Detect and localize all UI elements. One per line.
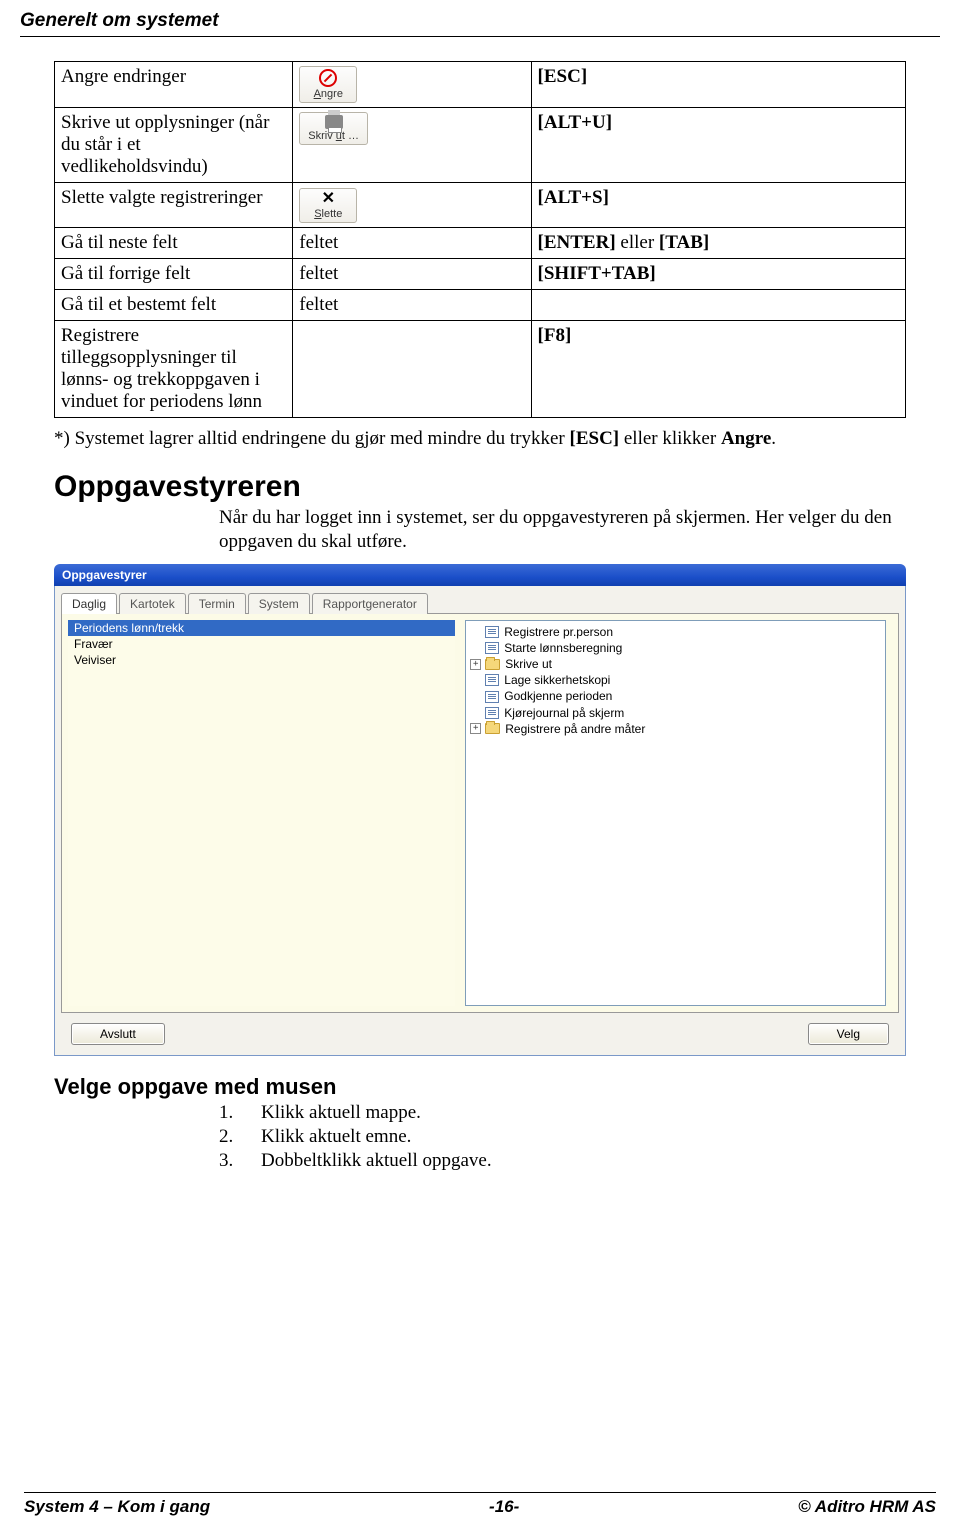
list-item[interactable]: Veiviser bbox=[68, 652, 455, 668]
folder-icon bbox=[485, 723, 500, 734]
document-icon bbox=[485, 691, 499, 703]
toolbar-button-label: Angre bbox=[314, 88, 343, 100]
step-text: Klikk aktuelt emne. bbox=[261, 1126, 411, 1148]
table-row: Angre endringer Angre [ESC] bbox=[55, 62, 906, 108]
action-description: Slette valgte registreringer bbox=[55, 183, 293, 228]
table-row: Skrive ut opplysninger (når du står i et… bbox=[55, 108, 906, 183]
keyboard-shortcut: [ALT+S] bbox=[531, 183, 905, 228]
tree-item[interactable]: + Registrere på andre måter bbox=[470, 721, 880, 737]
expand-icon[interactable]: + bbox=[470, 659, 481, 670]
folder-icon bbox=[485, 659, 500, 670]
table-row: Registrere tilleggsopplysninger til lønn… bbox=[55, 321, 906, 418]
keyboard-shortcut bbox=[531, 290, 905, 321]
tree-item[interactable]: Kjørejournal på skjerm bbox=[470, 705, 880, 721]
action-ui bbox=[293, 321, 531, 418]
keyboard-shortcut: [SHIFT+TAB] bbox=[531, 259, 905, 290]
tree-item-label: Skrive ut bbox=[505, 656, 552, 672]
keyboard-shortcut: [ESC] bbox=[531, 62, 905, 108]
step-item: 2.Klikk aktuelt emne. bbox=[219, 1126, 906, 1148]
action-description: Angre endringer bbox=[55, 62, 293, 108]
right-tree: Registrere pr.personStarte lønnsberegnin… bbox=[465, 620, 885, 1006]
tree-item-label: Kjørejournal på skjerm bbox=[504, 705, 624, 721]
table-row: Gå til et bestemt feltfeltet bbox=[55, 290, 906, 321]
page-header-title: Generelt om systemet bbox=[0, 0, 960, 36]
list-item[interactable]: Fravær bbox=[68, 636, 455, 652]
print-icon bbox=[325, 115, 343, 129]
footer-right: © Aditro HRM AS bbox=[798, 1497, 936, 1517]
section-velge-heading: Velge oppgave med musen bbox=[54, 1074, 906, 1100]
document-icon bbox=[485, 707, 499, 719]
toolbar-button[interactable]: Angre bbox=[299, 66, 357, 103]
header-rule bbox=[20, 36, 940, 37]
tree-item-label: Godkjenne perioden bbox=[504, 688, 612, 704]
left-list: Periodens lønn/trekkFraværVeiviser bbox=[68, 620, 455, 1006]
toolbar-button-label: Slette bbox=[314, 208, 342, 220]
action-ui: ✕Slette bbox=[293, 183, 531, 228]
tree-item[interactable]: Godkjenne perioden bbox=[470, 688, 880, 704]
tree-item[interactable]: Lage sikkerhetskopi bbox=[470, 672, 880, 688]
tab-termin[interactable]: Termin bbox=[188, 593, 246, 614]
window-titlebar: Oppgavestyrer bbox=[54, 564, 906, 586]
step-text: Dobbeltklikk aktuell oppgave. bbox=[261, 1150, 492, 1172]
step-item: 1.Klikk aktuell mappe. bbox=[219, 1102, 906, 1124]
action-ui: feltet bbox=[293, 228, 531, 259]
expand-icon[interactable]: + bbox=[470, 723, 481, 734]
step-number: 2. bbox=[219, 1126, 261, 1148]
section-oppgavestyreren-heading: Oppgavestyreren bbox=[54, 470, 906, 504]
delete-icon: ✕ bbox=[322, 191, 335, 207]
table-row: Gå til forrige feltfeltet[SHIFT+TAB] bbox=[55, 259, 906, 290]
table-footnote: *) Systemet lagrer alltid endringene du … bbox=[54, 428, 906, 450]
table-row: Gå til neste feltfeltet[ENTER] eller [TA… bbox=[55, 228, 906, 259]
tree-item-label: Starte lønnsberegning bbox=[504, 640, 622, 656]
document-icon bbox=[485, 642, 499, 654]
action-description: Gå til forrige felt bbox=[55, 259, 293, 290]
tree-item[interactable]: Registrere pr.person bbox=[470, 624, 880, 640]
tab-bar: DagligKartotekTerminSystemRapportgenerat… bbox=[61, 592, 899, 613]
section-oppgavestyreren-text: Når du har logget inn i systemet, ser du… bbox=[219, 506, 906, 554]
step-number: 1. bbox=[219, 1102, 261, 1124]
list-item[interactable]: Periodens lønn/trekk bbox=[68, 620, 455, 636]
tree-item-label: Registrere på andre måter bbox=[505, 721, 645, 737]
page-footer: System 4 – Kom i gang -16- © Aditro HRM … bbox=[0, 1492, 960, 1517]
cancel-icon bbox=[319, 69, 337, 87]
keyboard-shortcut: [ALT+U] bbox=[531, 108, 905, 183]
action-description: Registrere tilleggsopplysninger til lønn… bbox=[55, 321, 293, 418]
document-icon bbox=[485, 626, 499, 638]
tree-item[interactable]: Starte lønnsberegning bbox=[470, 640, 880, 656]
steps-list: 1.Klikk aktuell mappe.2.Klikk aktuelt em… bbox=[219, 1102, 906, 1172]
table-row: Slette valgte registreringer✕Slette[ALT+… bbox=[55, 183, 906, 228]
toolbar-button[interactable]: Skriv ut … bbox=[299, 112, 368, 145]
footer-rule bbox=[24, 1492, 936, 1493]
keyboard-shortcut: [F8] bbox=[531, 321, 905, 418]
footer-left: System 4 – Kom i gang bbox=[24, 1497, 210, 1517]
velg-button[interactable]: Velg bbox=[808, 1023, 889, 1045]
document-icon bbox=[485, 674, 499, 686]
action-description: Gå til et bestemt felt bbox=[55, 290, 293, 321]
action-ui: feltet bbox=[293, 259, 531, 290]
footer-center: -16- bbox=[489, 1497, 519, 1517]
step-number: 3. bbox=[219, 1150, 261, 1172]
tree-item-label: Registrere pr.person bbox=[504, 624, 613, 640]
action-description: Gå til neste felt bbox=[55, 228, 293, 259]
tab-system[interactable]: System bbox=[248, 593, 310, 614]
keyboard-shortcut: [ENTER] eller [TAB] bbox=[531, 228, 905, 259]
tab-daglig[interactable]: Daglig bbox=[61, 593, 117, 614]
app-screenshot: Oppgavestyrer DagligKartotekTerminSystem… bbox=[54, 564, 906, 1056]
tree-item-label: Lage sikkerhetskopi bbox=[504, 672, 610, 688]
action-ui: Skriv ut … bbox=[293, 108, 531, 183]
avslutt-button[interactable]: Avslutt bbox=[71, 1023, 165, 1045]
action-ui: feltet bbox=[293, 290, 531, 321]
toolbar-button[interactable]: ✕Slette bbox=[299, 188, 357, 223]
tab-kartotek[interactable]: Kartotek bbox=[119, 593, 186, 614]
action-description: Skrive ut opplysninger (når du står i et… bbox=[55, 108, 293, 183]
tree-item[interactable]: + Skrive ut bbox=[470, 656, 880, 672]
tab-rapportgenerator[interactable]: Rapportgenerator bbox=[312, 593, 428, 614]
shortcut-table: Angre endringer Angre [ESC] Skrive ut opply… bbox=[54, 61, 906, 418]
step-text: Klikk aktuell mappe. bbox=[261, 1102, 421, 1124]
step-item: 3.Dobbeltklikk aktuell oppgave. bbox=[219, 1150, 906, 1172]
action-ui: Angre bbox=[293, 62, 531, 108]
